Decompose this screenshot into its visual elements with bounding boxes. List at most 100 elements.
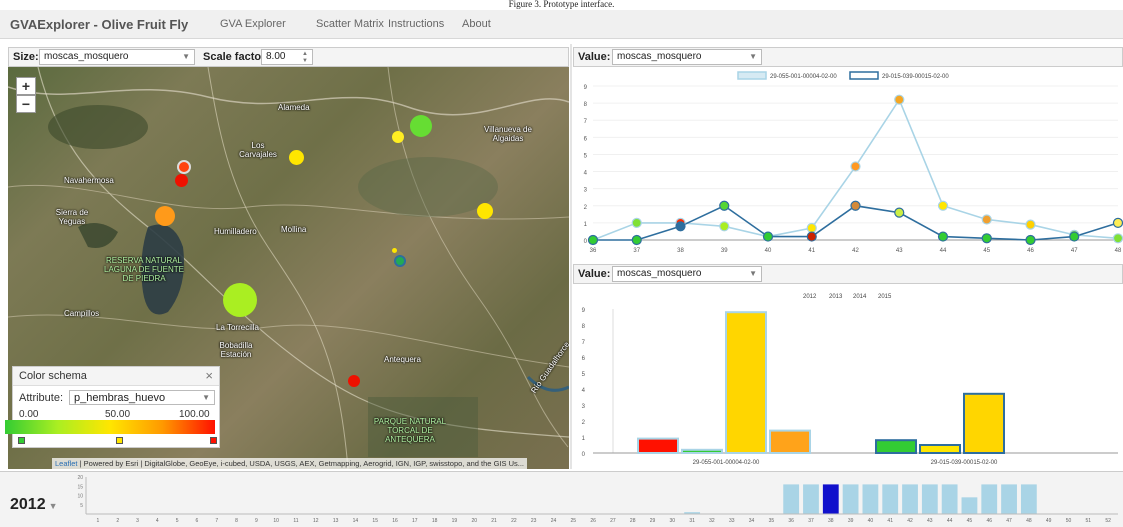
gradient-handle-high[interactable] <box>210 437 217 444</box>
nav-instructions[interactable]: Instructions <box>388 18 444 30</box>
week-tick-label: 44 <box>947 518 953 524</box>
map-marker[interactable] <box>477 203 493 219</box>
map-marker[interactable] <box>223 283 257 317</box>
year-selector[interactable]: 2012 ▼ <box>10 496 58 514</box>
x-tick-label: 45 <box>983 248 990 254</box>
line-value-select[interactable]: moscas_mosquero ▼ <box>612 49 762 65</box>
attribute-select[interactable]: p_hembras_huevo ▼ <box>69 390 215 405</box>
map-marker[interactable] <box>394 255 406 267</box>
map-marker[interactable] <box>155 206 175 226</box>
week-bar <box>862 484 879 514</box>
chevron-down-icon: ▼ <box>749 52 757 61</box>
week-tick-label: 10 <box>273 518 279 524</box>
map-marker[interactable] <box>348 375 360 387</box>
gradient-handle-mid[interactable] <box>116 437 123 444</box>
nav-about[interactable]: About <box>462 18 491 30</box>
scale-factor-input[interactable]: 8.00 ▲ ▼ <box>261 49 313 65</box>
map-marker[interactable] <box>177 160 191 174</box>
map-marker[interactable] <box>175 174 188 187</box>
y-tick-label: 9 <box>584 85 588 91</box>
week-tick-label: 27 <box>610 518 616 524</box>
data-point <box>1025 234 1036 246</box>
close-icon[interactable]: × <box>205 368 213 383</box>
place-label: La Torrecilla <box>216 323 259 332</box>
attribute-select-value: p_hembras_huevo <box>74 392 166 404</box>
scale-max: 100.00 <box>179 409 210 420</box>
y-tick-label: 5 <box>582 372 586 378</box>
place-label: Villanueva de Algaidas <box>484 125 532 143</box>
week-tick-label: 36 <box>788 518 794 524</box>
week-bar <box>783 484 800 514</box>
navbar: GVAExplorer - Olive Fruit Fly GVA Explor… <box>0 10 1123 39</box>
zoom-in-button[interactable]: + <box>16 77 36 95</box>
bar-chart[interactable]: 0 1 2 3 4 5 6 7 8 9 2012 2013 2014 2015 29-055-001-000… <box>573 285 1123 469</box>
size-select[interactable]: moscas_mosquero ▼ <box>39 49 195 65</box>
data-point <box>631 217 642 228</box>
gradient-handle-low[interactable] <box>18 437 25 444</box>
color-schema-title: Color schema <box>19 370 87 382</box>
week-tick-label: 2 <box>116 518 119 524</box>
week-tick-label: 21 <box>491 518 497 524</box>
week-tick-label: 20 <box>471 518 477 524</box>
place-label: Antequera <box>384 355 421 364</box>
x-category-label: 29-055-001-00004-02-00 <box>693 460 760 466</box>
data-point <box>981 233 992 244</box>
bar-value-select-value: moscas_mosquero <box>617 268 702 279</box>
data-point <box>850 200 861 211</box>
line-chart[interactable]: 012345678936 37 38 39 40 41 42 43 44 45 46 47 4829-0… <box>573 68 1123 260</box>
x-tick-label: 37 <box>633 248 640 254</box>
week-bar <box>1020 484 1037 514</box>
data-point <box>587 234 599 246</box>
place-label: Humilladero <box>214 227 257 236</box>
leaflet-link[interactable]: Leaflet <box>55 459 78 468</box>
week-tick-label: 43 <box>927 518 933 524</box>
map-marker[interactable] <box>289 150 304 165</box>
bar-value-select[interactable]: moscas_mosquero ▼ <box>612 266 762 282</box>
x-tick-label: 47 <box>1071 248 1078 254</box>
y-tick-label: 0 <box>582 452 586 458</box>
chevron-down-icon: ▼ <box>749 269 757 278</box>
app-brand[interactable]: GVAExplorer - Olive Fruit Fly <box>10 17 188 32</box>
bar <box>725 311 767 455</box>
week-tick-label: 50 <box>1066 518 1072 524</box>
week-timeline-chart[interactable]: 51015201 2 3 4 5 6 7 8 9 10 11 12 13 14 15 16 17 18 19 20 21… <box>66 473 1123 526</box>
spinner-icon[interactable]: ▲ ▼ <box>302 51 308 65</box>
chevron-down-icon: ▼ <box>182 52 190 61</box>
x-tick-label: 39 <box>721 248 728 254</box>
week-bar <box>882 484 899 514</box>
y-tick-label: 6 <box>582 356 586 362</box>
value-label: Value: <box>578 268 611 280</box>
y-tick-label: 1 <box>582 436 586 442</box>
nav-scatter-matrix[interactable]: Scatter Matrix <box>316 18 384 30</box>
week-tick-label: 22 <box>511 518 517 524</box>
week-tick-label: 14 <box>353 518 359 524</box>
bar <box>919 444 961 454</box>
y-tick-label: 5 <box>80 503 83 509</box>
attribution-text: | Powered by Esri | DigitalGlobe, GeoEye… <box>77 459 524 468</box>
map-attribution: Leaflet | Powered by Esri | DigitalGlobe… <box>52 458 527 469</box>
panel-divider[interactable] <box>570 44 572 469</box>
map-marker[interactable] <box>410 115 432 137</box>
data-point <box>894 207 905 218</box>
bar <box>681 448 723 455</box>
chevron-down-icon: ▼ <box>202 393 210 402</box>
map-marker[interactable] <box>392 131 404 143</box>
week-tick-label: 12 <box>313 518 319 524</box>
week-tick-label: 9 <box>255 518 258 524</box>
map-marker[interactable] <box>392 248 397 253</box>
x-tick-label: 44 <box>940 248 947 254</box>
data-point <box>1112 233 1123 244</box>
size-select-value: moscas_mosquero <box>44 51 129 62</box>
week-tick-label: 13 <box>333 518 339 524</box>
map-toolbar: Size: moscas_mosquero ▼ Scale factor: 8.… <box>8 47 569 67</box>
value-label: Value: <box>578 51 611 63</box>
zoom-out-button[interactable]: − <box>16 95 36 113</box>
y-tick-label: 5 <box>584 153 588 159</box>
data-point <box>806 231 817 242</box>
x-tick-label: 42 <box>852 248 859 254</box>
x-tick-label: 40 <box>765 248 772 254</box>
nav-gva-explorer[interactable]: GVA Explorer <box>220 18 286 30</box>
legend-swatch <box>737 71 767 80</box>
week-tick-label: 47 <box>1006 518 1012 524</box>
y-tick-label: 3 <box>582 404 586 410</box>
